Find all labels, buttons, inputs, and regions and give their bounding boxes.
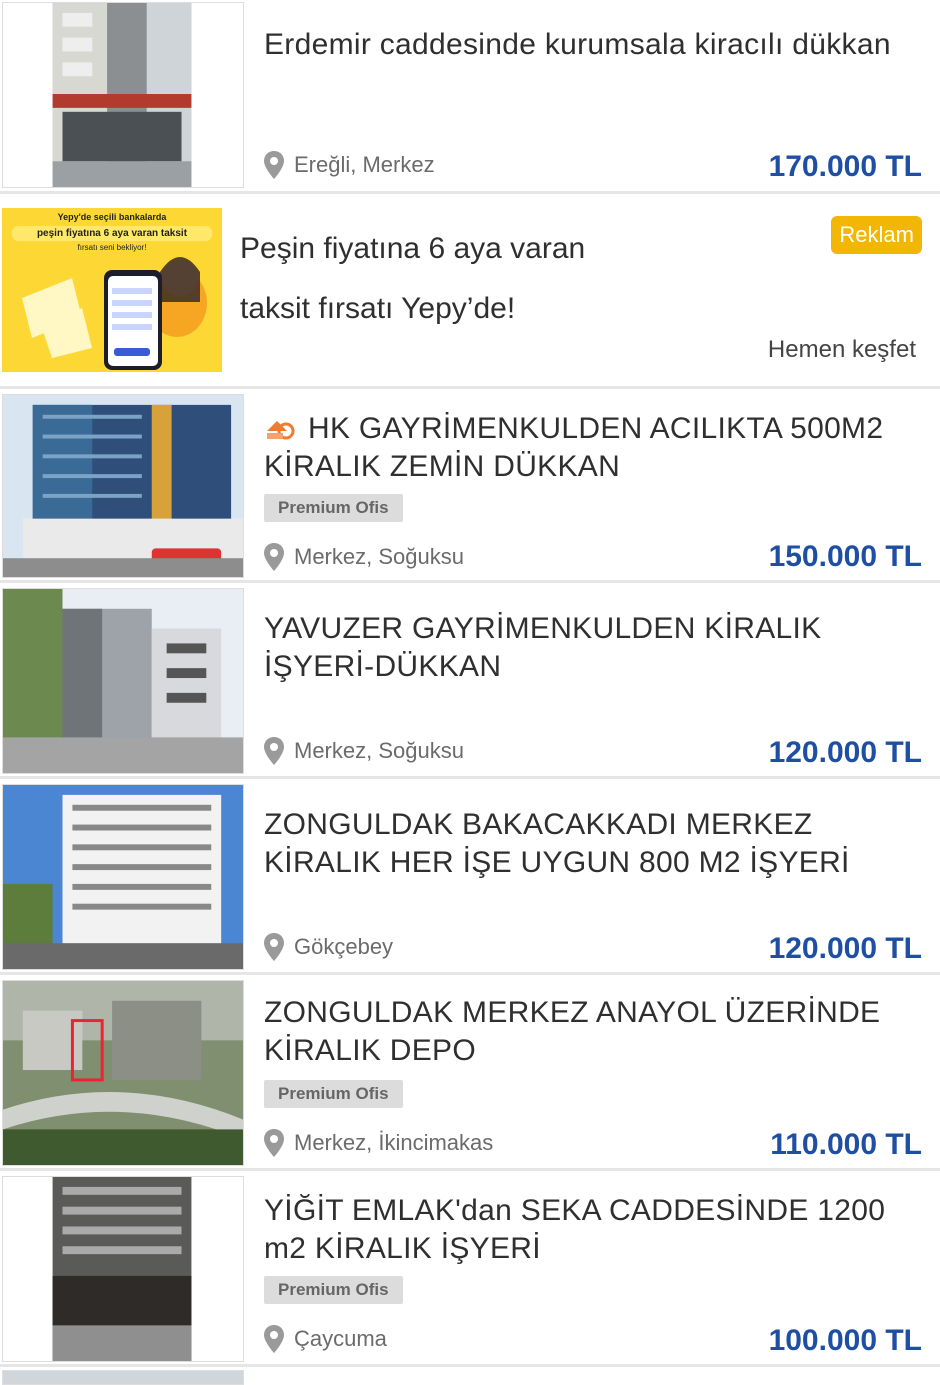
ad-label: Reklam xyxy=(831,216,922,254)
listing-card[interactable]: Erdemir caddesinde kurumsala kiracılı dü… xyxy=(0,0,940,190)
location-pin-icon xyxy=(264,1325,284,1353)
listing-price: 110.000 TL xyxy=(770,1128,922,1161)
listing-price: 120.000 TL xyxy=(768,932,922,965)
divider xyxy=(0,972,940,975)
listing-title[interactable]: ZONGULDAK BAKACAKKADI MERKEZ KİRALIK HER… xyxy=(264,806,922,882)
listing-card[interactable]: ZONGULDAK BAKACAKKADI MERKEZ KİRALIK HER… xyxy=(0,780,940,972)
listing-photo[interactable] xyxy=(2,588,244,774)
divider xyxy=(0,1364,940,1367)
listing-card[interactable] xyxy=(0,1368,940,1385)
ad-banner-image[interactable]: Yepy'de seçili bankalarda peşin fiyatına… xyxy=(2,208,222,372)
ad-cta-link[interactable]: Hemen keşfet xyxy=(768,336,916,364)
listing-price: 100.000 TL xyxy=(768,1324,922,1357)
listing-location: Merkez, Soğuksu xyxy=(262,736,464,766)
listing-location: Ereğli, Merkez xyxy=(262,150,435,180)
listing-location: Gökçebey xyxy=(262,932,393,962)
listing-title[interactable]: YİĞİT EMLAK'dan SEKA CADDESİNDE 1200 m2 … xyxy=(264,1192,922,1268)
listing-photo[interactable] xyxy=(2,784,244,970)
premium-badge: Premium Ofis xyxy=(264,1080,403,1108)
listing-location: Merkez, İkincimakas xyxy=(262,1128,493,1158)
listing-photo[interactable] xyxy=(2,394,244,578)
location-text: Ereğli, Merkez xyxy=(294,152,435,177)
divider xyxy=(0,1168,940,1171)
location-text: Merkez, İkincimakas xyxy=(294,1130,494,1155)
listing-title[interactable]: Erdemir caddesinde kurumsala kiracılı dü… xyxy=(264,26,922,64)
listing-photo[interactable] xyxy=(2,2,244,188)
premium-badge: Premium Ofis xyxy=(264,494,403,522)
listing-card[interactable]: HK GAYRİMENKULDEN ACILIKTA 500M2 KİRALIK… xyxy=(0,390,940,580)
ad-banner-main-text: peşin fiyatına 6 aya varan taksit xyxy=(12,226,212,241)
listing-card[interactable]: YAVUZER GAYRİMENKULDEN KİRALIK İŞYERİ-DÜ… xyxy=(0,584,940,776)
listing-location: Çaycuma xyxy=(262,1324,387,1354)
listing-title-text[interactable]: HK GAYRİMENKULDEN ACILIKTA 500M2 KİRALIK… xyxy=(264,412,883,483)
listing-title[interactable]: YAVUZER GAYRİMENKULDEN KİRALIK İŞYERİ-DÜ… xyxy=(264,610,922,686)
listing-photo[interactable] xyxy=(2,980,244,1166)
location-pin-icon xyxy=(264,933,284,961)
listing-title[interactable]: HK GAYRİMENKULDEN ACILIKTA 500M2 KİRALIK… xyxy=(264,410,922,486)
premium-badge: Premium Ofis xyxy=(264,1276,403,1304)
ad-banner-top-text: Yepy'de seçili bankalarda xyxy=(57,212,167,222)
location-pin-icon xyxy=(264,737,284,765)
ad-banner-sub-text: fırsatı seni bekliyor! xyxy=(77,243,147,252)
listing-location: Merkez, Soğuksu xyxy=(262,542,464,572)
ad-card[interactable]: Yepy'de seçili bankalarda peşin fiyatına… xyxy=(0,194,940,386)
listing-card[interactable]: YİĞİT EMLAK'dan SEKA CADDESİNDE 1200 m2 … xyxy=(0,1172,940,1364)
location-pin-icon xyxy=(264,151,284,179)
location-text: Çaycuma xyxy=(294,1326,387,1351)
divider xyxy=(0,386,940,389)
agency-logo-icon xyxy=(267,421,295,440)
listing-photo[interactable] xyxy=(2,1176,244,1362)
location-pin-icon xyxy=(264,543,284,571)
divider xyxy=(0,580,940,583)
ad-title-line2[interactable]: taksit fırsatı Yepy’de! xyxy=(240,292,515,326)
listing-price: 120.000 TL xyxy=(768,736,922,769)
ad-title-line1[interactable]: Peşin fiyatına 6 aya varan xyxy=(240,232,585,266)
listing-price: 170.000 TL xyxy=(768,150,922,183)
listing-title[interactable]: ZONGULDAK MERKEZ ANAYOL ÜZERİNDE KİRALIK… xyxy=(264,994,922,1070)
divider xyxy=(0,776,940,779)
listing-photo[interactable] xyxy=(2,1370,244,1385)
location-text: Merkez, Soğuksu xyxy=(294,544,464,569)
listing-card[interactable]: ZONGULDAK MERKEZ ANAYOL ÜZERİNDE KİRALIK… xyxy=(0,976,940,1168)
location-text: Merkez, Soğuksu xyxy=(294,738,464,763)
location-text: Gökçebey xyxy=(294,934,394,959)
location-pin-icon xyxy=(264,1129,284,1157)
listing-price: 150.000 TL xyxy=(768,540,922,573)
